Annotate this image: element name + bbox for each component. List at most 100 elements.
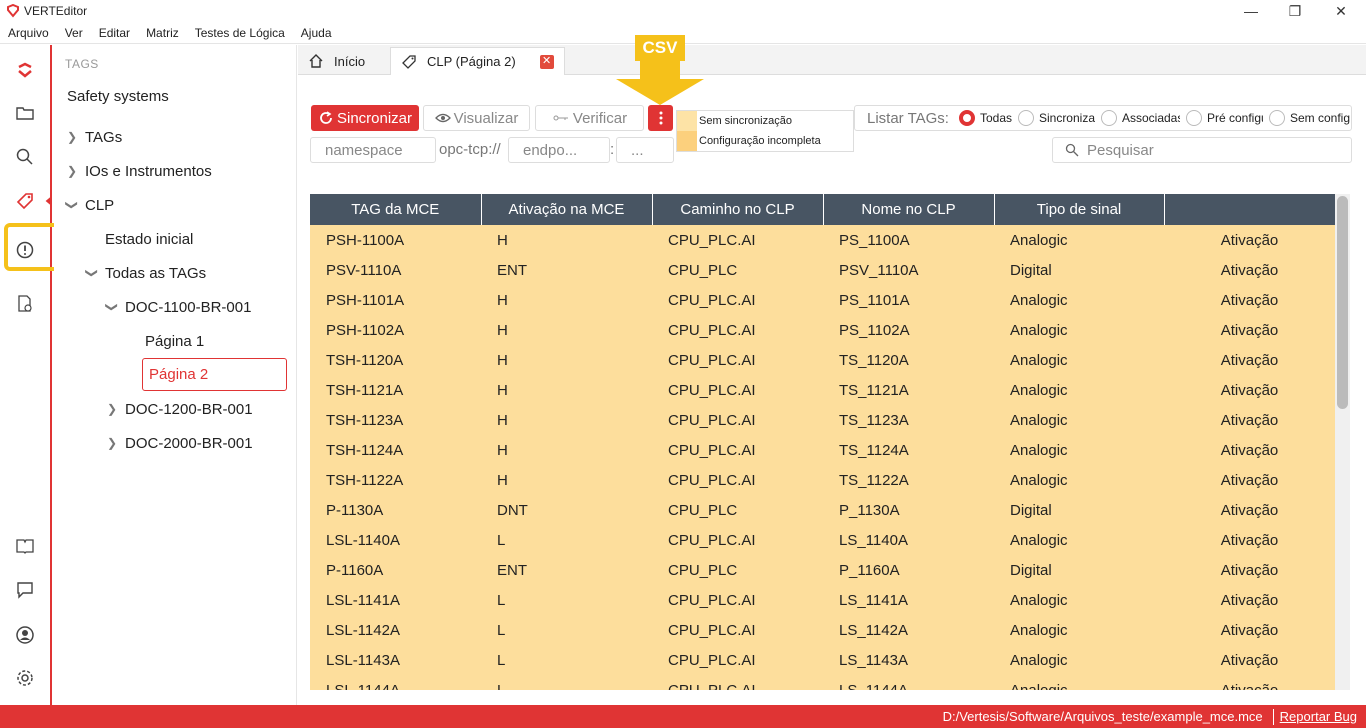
view-label: Visualizar — [453, 109, 519, 127]
cell-tag: P-1130A — [310, 495, 481, 525]
cell-acao[interactable]: Ativação — [1164, 585, 1335, 615]
column-header-ativacao[interactable]: Ativação na MCE — [481, 194, 653, 225]
table-row[interactable]: TSH-1123A H CPU_PLC.AI TS_1123A Analogic Ativ… — [310, 405, 1335, 435]
radio-sincronizadas[interactable] — [1017, 110, 1034, 126]
table-row[interactable]: TSH-1121A H CPU_PLC.AI TS_1121A Analogic Ativ… — [310, 375, 1335, 405]
table-row[interactable]: LSL-1143A L CPU_PLC.AI LS_1143A Analogic Ativ… — [310, 645, 1335, 675]
cell-acao[interactable]: Ativação — [1164, 465, 1335, 495]
table-row[interactable]: PSH-1100A H CPU_PLC.AI PS_1100A Analogic Ativ… — [310, 225, 1335, 255]
table-row[interactable]: TSH-1122A H CPU_PLC.AI TS_1122A Analogic Ativ… — [310, 465, 1335, 495]
radio-associadas[interactable] — [1100, 110, 1117, 126]
minimize-button[interactable]: — — [1228, 0, 1274, 22]
radio-todas[interactable] — [958, 110, 975, 126]
cell-acao[interactable]: Ativação — [1164, 255, 1335, 285]
namespace-input[interactable]: namespace — [310, 137, 436, 163]
tree-item-pagina-2[interactable]: Página 2 — [142, 358, 287, 391]
cell-acao[interactable]: Ativação — [1164, 495, 1335, 525]
tree-item-todas-tags[interactable]: ❯ Todas as TAGs — [85, 258, 206, 288]
cell-acao[interactable]: Ativação — [1164, 225, 1335, 255]
tab-clp-pagina-2[interactable]: CLP (Página 2) ✕ — [390, 47, 565, 75]
more-options-button[interactable] — [648, 105, 673, 131]
menu-arquivo[interactable]: Arquivo — [0, 26, 57, 40]
tree-item-doc-1100[interactable]: ❯ DOC-1100-BR-001 — [105, 292, 251, 322]
cell-ativacao: L — [481, 645, 652, 675]
report-button[interactable] — [0, 289, 50, 319]
table-row[interactable]: P-1160A ENT CPU_PLC P_1160A Digital Ativação — [310, 555, 1335, 585]
table-row[interactable]: P-1130A DNT CPU_PLC P_1130A Digital Ativação — [310, 495, 1335, 525]
verify-button[interactable]: Verificar — [535, 105, 644, 131]
tab-label: CLP (Página 2) — [427, 54, 516, 69]
tree-item-clp[interactable]: ❯ CLP — [65, 190, 114, 220]
table-row[interactable]: LSL-1142A L CPU_PLC.AI LS_1142A Analogic Ativ… — [310, 615, 1335, 645]
close-tab-icon[interactable]: ✕ — [539, 54, 554, 69]
cell-caminho: CPU_PLC.AI — [652, 675, 823, 690]
cell-nome: P_1130A — [823, 495, 994, 525]
column-header-nome[interactable]: Nome no CLP — [823, 194, 995, 225]
cell-acao[interactable]: Ativação — [1164, 645, 1335, 675]
cell-nome: LS_1142A — [823, 615, 994, 645]
tree-item-estado-inicial[interactable]: Estado inicial — [105, 224, 193, 254]
table-row[interactable]: LSL-1140A L CPU_PLC.AI LS_1140A Analogic Ativ… — [310, 525, 1335, 555]
tree-item-doc-1200[interactable]: ❯ DOC-1200-BR-001 — [105, 394, 253, 424]
tree-item-label: Estado inicial — [105, 230, 194, 248]
menu-ver[interactable]: Ver — [57, 26, 91, 40]
column-header-caminho[interactable]: Caminho no CLP — [652, 194, 824, 225]
port-input[interactable]: ... — [616, 137, 674, 163]
cell-nome: P_1160A — [823, 555, 994, 585]
cell-acao[interactable]: Ativação — [1164, 345, 1335, 375]
tree-item-ios[interactable]: ❯ IOs e Instrumentos — [65, 156, 212, 186]
cell-acao[interactable]: Ativação — [1164, 405, 1335, 435]
search-input[interactable]: Pesquisar — [1052, 137, 1352, 163]
cell-acao[interactable]: Ativação — [1164, 435, 1335, 465]
cell-acao[interactable]: Ativação — [1164, 315, 1335, 345]
menu-editar[interactable]: Editar — [91, 26, 138, 40]
menu-matriz[interactable]: Matriz — [138, 26, 187, 40]
table-scrollbar[interactable] — [1335, 194, 1350, 690]
tree-item-doc-2000[interactable]: ❯ DOC-2000-BR-001 — [105, 428, 253, 458]
cell-acao[interactable]: Ativação — [1164, 555, 1335, 585]
refresh-icon — [320, 111, 332, 124]
explorer-button[interactable] — [0, 98, 50, 128]
table-row[interactable]: TSH-1124A H CPU_PLC.AI TS_1124A Analogic Ativ… — [310, 435, 1335, 465]
radio-sem-configuracao[interactable] — [1268, 110, 1285, 126]
port-separator: : — [610, 141, 615, 158]
menu-ajuda[interactable]: Ajuda — [293, 26, 340, 40]
tree-item-tags[interactable]: ❯ TAGs — [65, 122, 122, 152]
alert-circle-icon — [16, 241, 34, 259]
account-button[interactable] — [0, 620, 50, 650]
cell-acao[interactable]: Ativação — [1164, 285, 1335, 315]
search-button[interactable] — [0, 142, 50, 172]
scrollbar-thumb[interactable] — [1337, 196, 1348, 409]
cell-acao[interactable]: Ativação — [1164, 375, 1335, 405]
radio-pre-configuradas[interactable] — [1185, 110, 1202, 126]
docs-button[interactable] — [0, 531, 50, 561]
table-row[interactable]: PSH-1102A H CPU_PLC.AI PS_1102A Analogic Ativ… — [310, 315, 1335, 345]
report-bug-link[interactable]: Reportar Bug — [1280, 709, 1357, 724]
cell-acao[interactable]: Ativação — [1164, 615, 1335, 645]
tags-button[interactable] — [0, 186, 51, 216]
view-button[interactable]: Visualizar — [423, 105, 530, 131]
cell-acao[interactable]: Ativação — [1164, 675, 1335, 690]
maximize-button[interactable]: ❐ — [1272, 0, 1318, 22]
column-header-tipo[interactable]: Tipo de sinal — [994, 194, 1165, 225]
settings-button[interactable] — [0, 663, 50, 693]
chat-button[interactable] — [0, 575, 50, 605]
radio-label: Sem configuração — [1289, 111, 1350, 125]
app-logo-button[interactable] — [0, 55, 50, 85]
menu-testes-logica[interactable]: Testes de Lógica — [187, 26, 293, 40]
sync-button[interactable]: Sincronizar — [311, 105, 419, 131]
table-row[interactable]: TSH-1120A H CPU_PLC.AI TS_1120A Analogic Ativ… — [310, 345, 1335, 375]
column-header-tag[interactable]: TAG da MCE — [310, 194, 482, 225]
cell-ativacao: H — [481, 405, 652, 435]
cell-tipo: Analogic — [994, 285, 1164, 315]
table-row[interactable]: LSL-1144A L CPU_PLC.AI LS_1144A Analogic Ativ… — [310, 675, 1335, 690]
cell-acao[interactable]: Ativação — [1164, 525, 1335, 555]
table-row[interactable]: PSV-1110A ENT CPU_PLC PSV_1110A Digital Ativa… — [310, 255, 1335, 285]
close-window-button[interactable]: ✕ — [1318, 0, 1364, 22]
alerts-button[interactable] — [0, 235, 50, 265]
tab-inicio[interactable]: Início — [298, 47, 390, 75]
endpoint-input[interactable]: endpo... — [508, 137, 610, 163]
table-row[interactable]: LSL-1141A L CPU_PLC.AI LS_1141A Analogic Ativ… — [310, 585, 1335, 615]
table-row[interactable]: PSH-1101A H CPU_PLC.AI PS_1101A Analogic Ativ… — [310, 285, 1335, 315]
tree-item-pagina-1[interactable]: Página 1 — [145, 326, 204, 356]
